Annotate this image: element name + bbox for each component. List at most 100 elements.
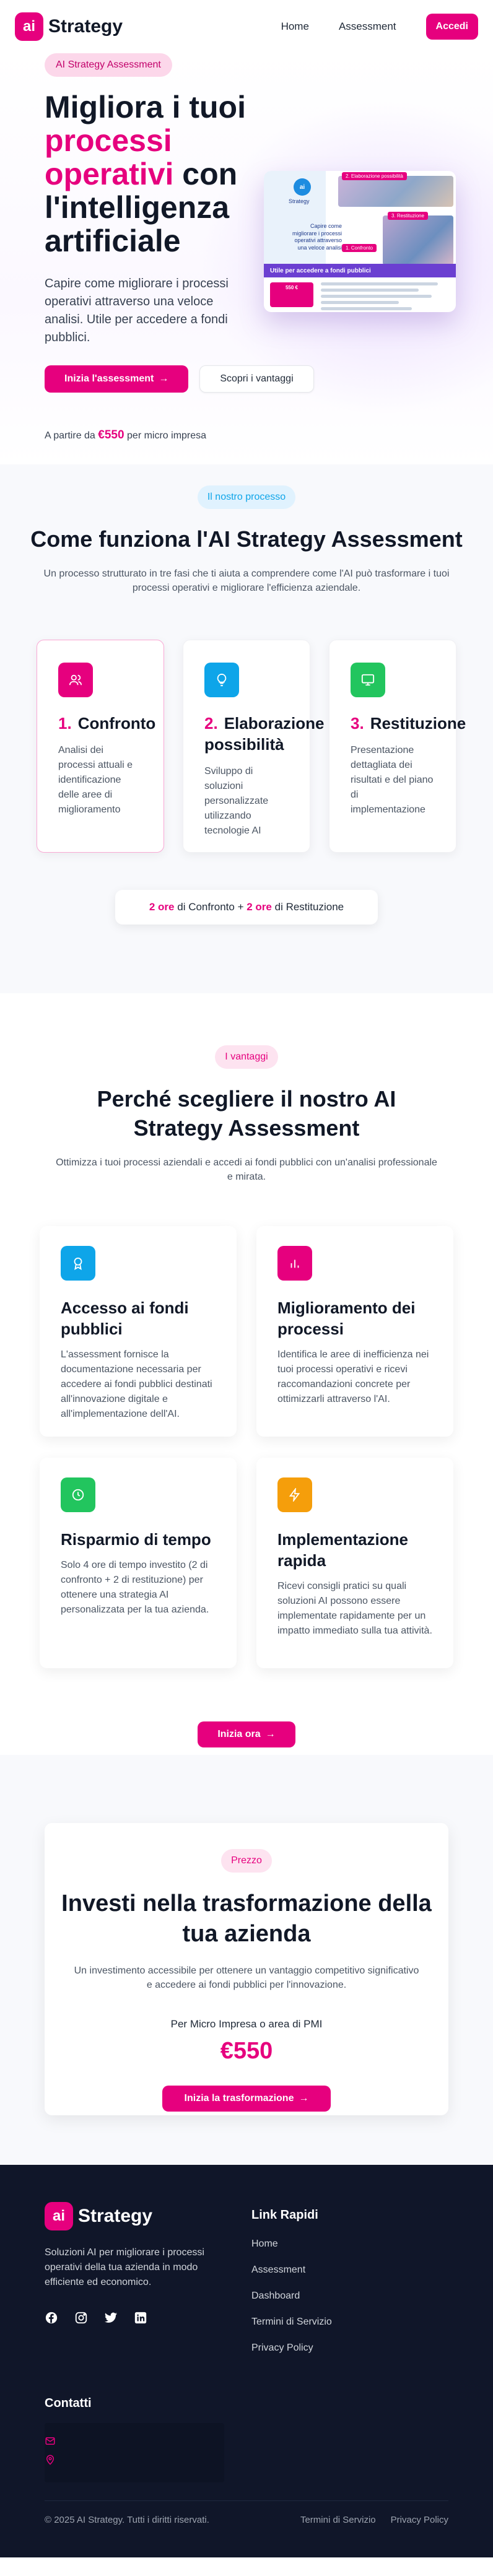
benefit-card: Accesso ai fondi pubblici L'assessment f… — [40, 1225, 237, 1437]
process-subtitle: Un processo strutturato in tre fasi che … — [43, 568, 450, 593]
start-transformation-button[interactable]: Inizia la trasformazione → — [162, 2086, 331, 2112]
facebook-icon[interactable] — [45, 2311, 58, 2325]
benefit-title: Implementazione rapida — [277, 1530, 408, 1570]
hero-badge: AI Strategy Assessment — [45, 53, 172, 77]
price-title: Investi nella trasformazione della tua a… — [61, 1891, 432, 1947]
process-step-elaborazione[interactable]: 2. Elaborazione possibilità Sviluppo di s… — [183, 640, 325, 853]
zap-icon — [277, 1477, 312, 1512]
price-section: Prezzo Investi nella trasformazione dell… — [0, 1755, 493, 2165]
process-step-restituzione[interactable]: 3. Restituzione Presentazione dettagliata… — [329, 640, 466, 853]
benefit-card: Risparmio di tempo Solo 4 ore di tempo i… — [40, 1457, 237, 1668]
lightbulb-icon — [204, 663, 239, 698]
quick-links: Link Rapidi Home Assessment Dashboard Te… — [251, 2202, 448, 2482]
footer-description: Soluzioni AI per migliorare i processi o… — [45, 2247, 204, 2287]
footer-logo[interactable]: ai Strategy — [45, 2202, 224, 2230]
hero-image: ai Strategy 2. Elaborazione possibilità … — [264, 171, 456, 312]
users-icon — [58, 663, 93, 698]
hero-image-photo — [383, 215, 453, 265]
process-step-confronto[interactable]: 1. Confronto Analisi dei processi attuali… — [37, 640, 164, 853]
footer-link-privacy[interactable]: Privacy Policy — [251, 2343, 448, 2354]
benefit-text: Solo 4 ore di tempo investito (2 di conf… — [61, 1559, 209, 1615]
logo[interactable]: ai Strategy — [15, 12, 123, 41]
process-title: Come funziona l'AI Strategy Assessment — [30, 526, 463, 552]
hours-summary: 2 ore di Confronto + 2 ore di Restituzio… — [115, 890, 378, 925]
arrow-right-icon: → — [159, 373, 169, 384]
process-section: Il nostro processo Come funziona l'AI St… — [0, 464, 493, 993]
step-title: 3. Restituzione — [351, 714, 466, 733]
benefits-title: Perché scegliere il nostro AI Strategy A… — [97, 1086, 396, 1141]
step-text: Sviluppo di soluzioni personalizzate uti… — [204, 765, 269, 836]
process-badge: Il nostro processo — [197, 485, 296, 509]
arrow-right-icon: → — [265, 1728, 276, 1739]
contacts-title: Contatti — [45, 2396, 92, 2410]
price-subtitle: Un investimento accessibile per ottenere… — [74, 1965, 419, 1990]
linkedin-icon[interactable] — [134, 2311, 147, 2325]
process-steps: 1. Confronto Analisi dei processi attuali… — [0, 640, 493, 853]
hero-price: €550 — [98, 429, 124, 442]
instagram-icon[interactable] — [74, 2311, 88, 2325]
bar-chart-icon — [277, 1245, 312, 1281]
benefit-card: Implementazione rapida Ricevi consigli p… — [256, 1457, 453, 1668]
hero-price-line: A partire da €550 per micro impresa — [45, 429, 207, 442]
hero-buttons: Inizia l'assessment → Scopri i vantaggi — [45, 365, 448, 393]
benefit-text: L'assessment fornisce la documentazione … — [61, 1349, 212, 1419]
hero-title-highlight: processi operativi — [45, 123, 174, 191]
nav-links: Home Assessment Accedi — [281, 14, 478, 40]
price-label: Per Micro Impresa o area di PMI — [170, 2018, 323, 2030]
twitter-icon[interactable] — [104, 2311, 118, 2325]
price-badge: Prezzo — [221, 1849, 272, 1873]
nav-link-assessment[interactable]: Assessment — [339, 20, 396, 33]
benefit-card: Miglioramento dei processi Identifica le… — [256, 1225, 453, 1437]
hero-section: AI Strategy Assessment Migliora i tuoi p… — [0, 53, 493, 464]
benefits-section: I vantaggi Perché scegliere il nostro AI… — [0, 993, 493, 1755]
bottom-link-privacy[interactable]: Privacy Policy — [391, 2515, 448, 2525]
benefit-title: Accesso ai fondi pubblici — [61, 1298, 189, 1338]
footer-link-terms[interactable]: Termini di Servizio — [251, 2317, 448, 2328]
contacts: Contatti — [45, 2396, 224, 2482]
benefit-text: Ricevi consigli pratici su quali soluzio… — [277, 1580, 432, 1636]
hero-image-photo — [338, 176, 453, 207]
clock-icon — [61, 1477, 95, 1512]
bottom-link-terms[interactable]: Termini di Servizio — [300, 2515, 376, 2525]
benefit-title: Risparmio di tempo — [61, 1530, 211, 1549]
start-assessment-button[interactable]: Inizia l'assessment → — [45, 365, 189, 393]
footer-link-assessment[interactable]: Assessment — [251, 2265, 448, 2276]
benefit-text: Identifica le aree di inefficienza nei t… — [277, 1349, 429, 1404]
mail-icon — [45, 2437, 55, 2445]
login-button[interactable]: Accedi — [425, 14, 478, 40]
footer-link-home[interactable]: Home — [251, 2239, 448, 2250]
benefits-grid: Accesso ai fondi pubblici L'assessment f… — [0, 1225, 493, 1668]
benefit-title: Miglioramento dei processi — [277, 1298, 416, 1338]
monitor-icon — [351, 663, 385, 698]
start-now-button[interactable]: Inizia ora → — [198, 1721, 295, 1747]
benefits-badge: I vantaggi — [215, 1045, 278, 1069]
top-navbar: ai Strategy Home Assessment Accedi — [0, 0, 493, 53]
hero-image-badge: ai — [294, 178, 311, 196]
contact-address[interactable] — [45, 2450, 224, 2469]
footer-link-dashboard[interactable]: Dashboard — [251, 2291, 448, 2302]
copyright: © 2025 AI Strategy. Tutti i diritti rise… — [45, 2515, 209, 2525]
logo-text: Strategy — [48, 16, 123, 37]
map-pin-icon — [46, 2455, 55, 2465]
price-card: Prezzo Investi nella trasformazione dell… — [45, 1823, 448, 2115]
price-value: €550 — [220, 2038, 273, 2065]
contact-email[interactable] — [45, 2432, 224, 2450]
footer-bottom: © 2025 AI Strategy. Tutti i diritti rise… — [45, 2500, 448, 2525]
step-title: 1. Confronto — [58, 714, 156, 733]
hero-title: Migliora i tuoi processi operativi con l… — [45, 90, 246, 258]
step-text: Analisi dei processi attuali e identific… — [58, 744, 133, 815]
benefits-subtitle: Ottimizza i tuoi processi aziendali e ac… — [56, 1157, 437, 1182]
arrow-right-icon: → — [299, 2093, 309, 2104]
nav-link-home[interactable]: Home — [281, 20, 309, 33]
footer: ai Strategy Soluzioni AI per migliorare … — [0, 2165, 493, 2557]
award-icon — [61, 1245, 95, 1281]
logo-mark: ai — [45, 2202, 73, 2230]
social-links — [45, 2311, 224, 2325]
logo-text: Strategy — [78, 2206, 153, 2226]
logo-mark: ai — [15, 12, 43, 41]
contact-list — [45, 2423, 224, 2482]
discover-benefits-button[interactable]: Scopri i vantaggi — [199, 365, 314, 393]
hero-description: Capire come migliorare i processi operat… — [45, 277, 229, 344]
step-title: 2. Elaborazione possibilità — [204, 714, 325, 754]
quick-links-title: Link Rapidi — [251, 2208, 318, 2222]
